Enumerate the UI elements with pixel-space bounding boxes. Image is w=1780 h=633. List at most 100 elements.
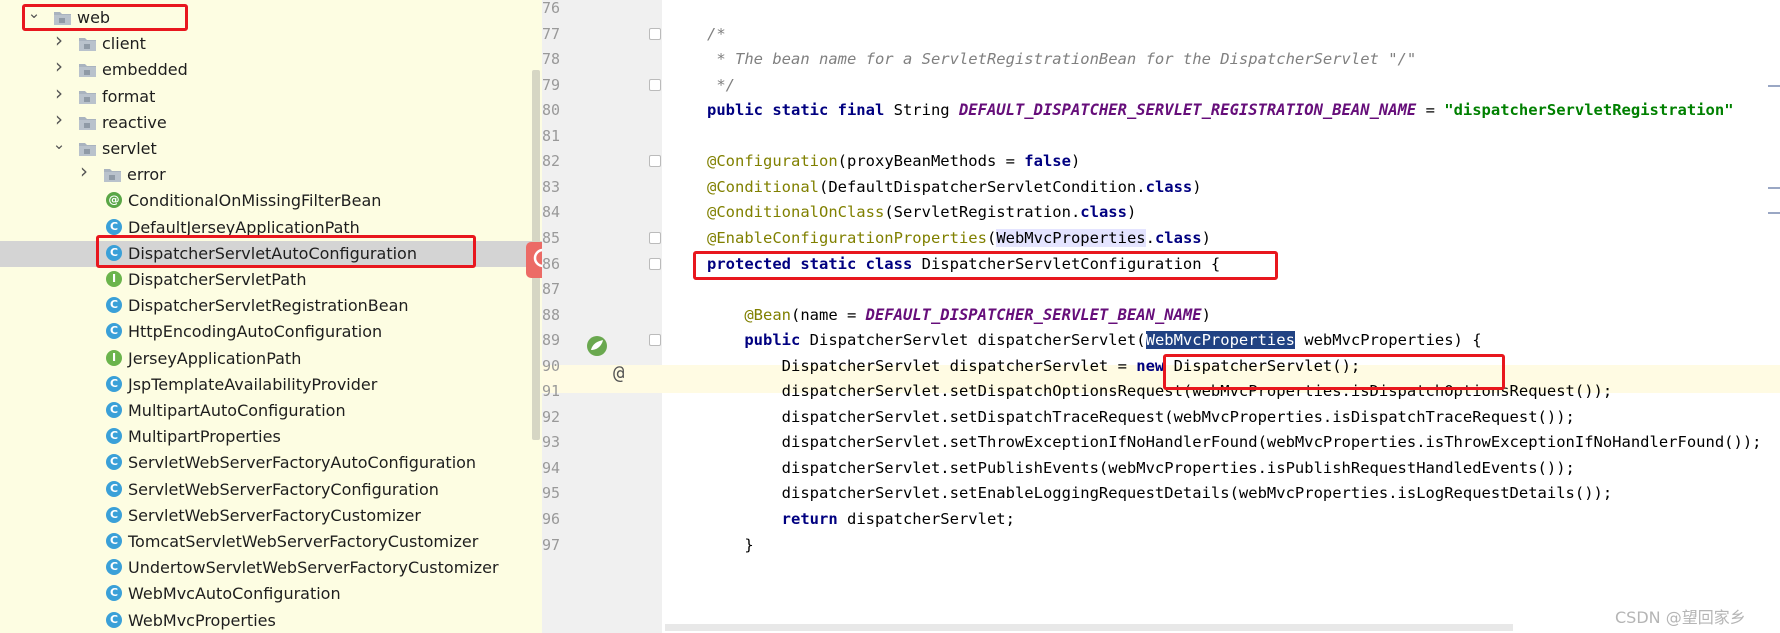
- folder-icon: [103, 166, 122, 183]
- code-token: */: [707, 75, 735, 94]
- tree-item-label: JspTemplateAvailabilityProvider: [128, 374, 378, 394]
- tree-folder-reactive[interactable]: › reactive: [0, 109, 542, 136]
- line-number: 81: [541, 126, 560, 145]
- tree-item-label: DispatcherServletPath: [128, 270, 307, 289]
- tree-item-WebMvcProperties[interactable]: C WebMvcProperties: [0, 608, 542, 633]
- tree-item-ConditionalOnMissingFilterBean[interactable]: @ ConditionalOnMissingFilterBean: [0, 188, 542, 214]
- line-number: 93: [541, 433, 560, 452]
- tree-item-DispatcherServletPath[interactable]: I DispatcherServletPath: [0, 267, 542, 293]
- code-line-84[interactable]: @ConditionalOnClass(ServletRegistration.…: [707, 202, 1136, 222]
- fold-marker-icon[interactable]: [649, 27, 661, 40]
- tree-item-HttpEncodingAutoConfiguration[interactable]: C HttpEncodingAutoConfiguration: [0, 319, 542, 345]
- code-token: (ServletRegistration.: [884, 203, 1081, 222]
- code-line-77[interactable]: /*: [707, 24, 726, 44]
- code-token: dispatcherServlet;: [846, 510, 1015, 528]
- tree-item-label: embedded: [102, 60, 188, 80]
- code-token: class: [1080, 203, 1127, 222]
- code-line-94[interactable]: dispatcherServlet.setPublishEvents(webMv…: [707, 458, 1575, 478]
- fold-marker-icon[interactable]: [649, 155, 661, 168]
- code-token: WebMvcProperties: [996, 228, 1146, 247]
- code-line-79[interactable]: */: [707, 75, 735, 95]
- highlight-enable-configuration-properties: [693, 251, 1278, 280]
- line-number: 87: [541, 280, 560, 299]
- code-line-83[interactable]: @Conditional(DefaultDispatcherServletCon…: [707, 177, 1202, 197]
- tree-folder-embedded[interactable]: › embedded: [0, 56, 542, 83]
- code-token: (: [986, 228, 997, 247]
- chevron-right-icon[interactable]: ›: [52, 109, 66, 129]
- tree-item-TomcatServletWebServerFactoryCustomizer[interactable]: C TomcatServletWebServerFactoryCustomizer: [0, 529, 542, 555]
- tree-folder-client[interactable]: › client: [0, 30, 542, 57]
- highlight-selected-class: [96, 235, 476, 268]
- tree-item-DispatcherServletRegistrationBean[interactable]: C DispatcherServletRegistrationBean: [0, 293, 542, 319]
- code-token: (name =: [791, 305, 866, 324]
- code-token: (DefaultDispatcherServletCondition.: [818, 177, 1146, 196]
- fold-marker-icon[interactable]: [649, 78, 661, 91]
- folder-icon: [78, 61, 97, 78]
- horizontal-scrollbar[interactable]: [665, 624, 1513, 631]
- interface-icon: I: [106, 271, 122, 287]
- code-token: ): [1070, 152, 1081, 171]
- class-icon: C: [106, 428, 122, 445]
- bean-gutter-icon[interactable]: [586, 335, 608, 357]
- line-number: 77: [541, 24, 560, 43]
- tree-item-WebMvcAutoConfiguration[interactable]: C WebMvcAutoConfiguration: [0, 581, 542, 607]
- code-line-88[interactable]: @Bean(name = DEFAULT_DISPATCHER_SERVLET_…: [707, 305, 1211, 325]
- tree-folder-error[interactable]: › error: [0, 161, 542, 188]
- code-token: .: [1145, 228, 1155, 247]
- chevron-right-icon[interactable]: ›: [52, 56, 66, 76]
- code-token: "dispatcherServletRegistration": [1444, 101, 1734, 120]
- chevron-down-icon[interactable]: ⌄: [52, 135, 66, 153]
- tree-item-ServletWebServerFactoryCustomizer[interactable]: C ServletWebServerFactoryCustomizer: [0, 503, 542, 529]
- code-line-92[interactable]: dispatcherServlet.setDispatchTraceReques…: [707, 407, 1575, 427]
- tree-item-ServletWebServerFactoryConfiguration[interactable]: C ServletWebServerFactoryConfiguration: [0, 477, 542, 503]
- fold-marker-icon[interactable]: [649, 334, 661, 347]
- highlight-webmvcproperties-param: [1163, 354, 1505, 390]
- code-token: @Configuration: [707, 152, 838, 171]
- code-token: public: [744, 331, 810, 350]
- code-line-78[interactable]: * The bean name for a ServletRegistratio…: [707, 49, 1416, 69]
- tree-folder-servlet[interactable]: ⌄ servlet: [0, 135, 542, 162]
- tree-item-UndertowServletWebServerFactoryCustomizer[interactable]: C UndertowServletWebServerFactoryCustomiz…: [0, 555, 542, 581]
- code-line-85[interactable]: @EnableConfigurationProperties(WebMvcPro…: [707, 228, 1211, 248]
- code-token: ): [1201, 228, 1211, 247]
- tree-item-label: WebMvcAutoConfiguration: [128, 584, 341, 604]
- chevron-right-icon[interactable]: ›: [52, 83, 66, 103]
- code-line-82[interactable]: @Configuration(proxyBeanMethods = false): [707, 151, 1080, 171]
- interface-icon: I: [106, 349, 122, 366]
- tree-item-ServletWebServerFactoryAutoConfiguration[interactable]: C ServletWebServerFactoryAutoConfiguratio…: [0, 450, 542, 476]
- fold-marker-icon[interactable]: [649, 257, 661, 270]
- code-line-97[interactable]: }: [707, 535, 753, 555]
- code-line-80[interactable]: public static final String DEFAULT_DISPA…: [707, 100, 1734, 120]
- code-line-96[interactable]: return dispatcherServlet;: [707, 509, 1015, 529]
- tree-item-label: ConditionalOnMissingFilterBean: [128, 191, 382, 211]
- fold-marker-icon[interactable]: [649, 231, 661, 244]
- code-line-95[interactable]: dispatcherServlet.setEnableLoggingReques…: [707, 483, 1613, 503]
- tree-item-JspTemplateAvailabilityProvider[interactable]: C JspTemplateAvailabilityProvider: [0, 372, 542, 398]
- code-token: webMvcProperties) {: [1294, 331, 1482, 350]
- tree-item-label: TomcatServletWebServerFactoryCustomizer: [128, 532, 479, 551]
- tree-item-label: client: [102, 34, 146, 54]
- chevron-right-icon[interactable]: ›: [77, 161, 91, 181]
- tree-item-MultipartAutoConfiguration[interactable]: C MultipartAutoConfiguration: [0, 398, 542, 424]
- line-number: 94: [541, 458, 560, 477]
- line-number: 95: [541, 484, 560, 503]
- class-icon: C: [106, 480, 122, 497]
- code-token: ): [1126, 203, 1137, 222]
- line-number: 76: [541, 0, 560, 17]
- code-line-89[interactable]: public DispatcherServlet dispatcherServl…: [707, 330, 1482, 350]
- highlight-web-folder: [22, 4, 188, 31]
- tree-item-label: UndertowServletWebServerFactoryCustomize…: [128, 558, 499, 578]
- tree-item-JerseyApplicationPath[interactable]: I JerseyApplicationPath: [0, 346, 542, 372]
- code-editor[interactable]: /* * The bean name for a ServletRegistra…: [662, 0, 1780, 633]
- code-line-93[interactable]: dispatcherServlet.setThrowExceptionIfNoH…: [707, 432, 1762, 452]
- code-token: @EnableConfigurationProperties: [707, 228, 987, 247]
- tree-item-label: error: [127, 165, 166, 185]
- tree-item-MultipartProperties[interactable]: C MultipartProperties: [0, 424, 542, 450]
- tree-item-label: ServletWebServerFactoryCustomizer: [128, 505, 421, 525]
- chevron-right-icon[interactable]: ›: [52, 30, 66, 50]
- tree-folder-format[interactable]: › format: [0, 83, 542, 110]
- override-at-gutter-icon[interactable]: @: [613, 362, 624, 384]
